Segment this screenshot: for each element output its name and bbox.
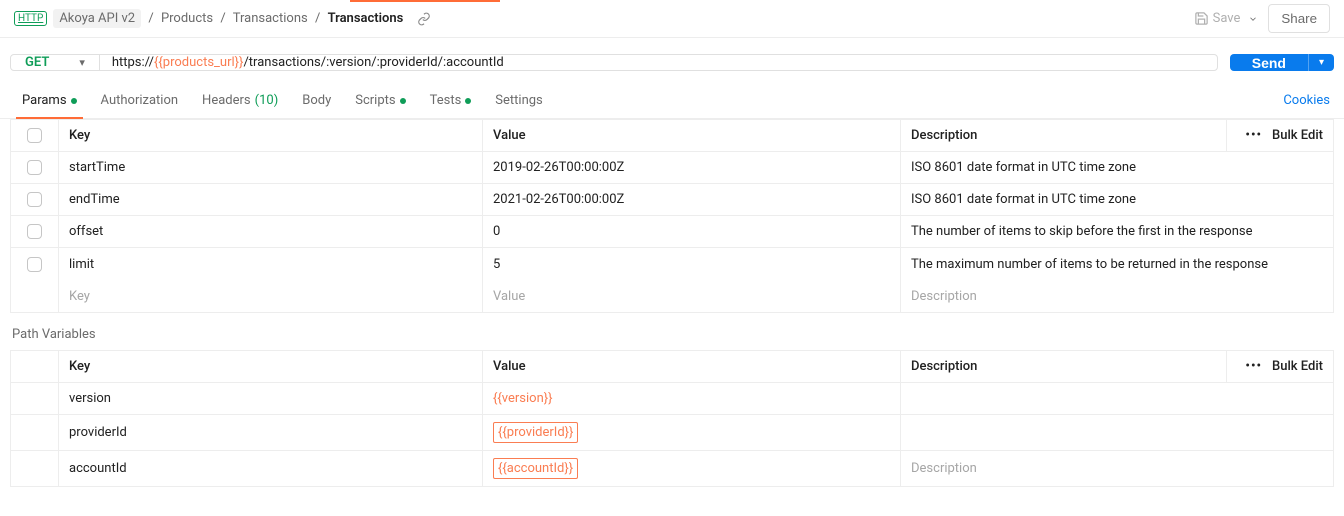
save-button[interactable]: Save: [1194, 11, 1259, 26]
desc-cell[interactable]: ISO 8601 date format in UTC time zone: [901, 184, 1333, 215]
tab-params-label: Params: [22, 93, 67, 108]
bulk-edit-link[interactable]: Bulk Edit: [1272, 128, 1323, 143]
value-cell[interactable]: {{accountId}}: [483, 451, 901, 486]
tab-headers-label: Headers: [202, 93, 251, 108]
url-prefix: https://: [112, 55, 154, 70]
tab-tests-label: Tests: [430, 93, 462, 108]
chevron-down-icon[interactable]: [1248, 14, 1258, 24]
cookies-link[interactable]: Cookies: [1283, 93, 1334, 108]
table-row: endTime2021-02-26T00:00:00ZISO 8601 date…: [11, 184, 1333, 216]
share-button[interactable]: Share: [1268, 4, 1330, 33]
url-variable: {{products_url}}: [154, 55, 243, 70]
key-cell[interactable]: limit: [59, 248, 483, 280]
col-desc: Description: [901, 120, 1227, 151]
send-dropdown[interactable]: ▾: [1308, 54, 1334, 71]
key-cell[interactable]: version: [59, 383, 483, 414]
url-suffix: /transactions/:version/:providerId/:acco…: [243, 55, 503, 70]
new-param-row: Key Value Description: [11, 280, 1333, 312]
tab-scripts[interactable]: Scripts: [343, 83, 417, 118]
topbar: HTTP Akoya API v2 / Products / Transacti…: [0, 0, 1344, 38]
status-dot-icon: [71, 98, 77, 104]
col-key: Key: [59, 351, 483, 382]
breadcrumb: Akoya API v2 / Products / Transactions /…: [53, 11, 403, 26]
top-active-indicator: [350, 0, 500, 2]
tab-params[interactable]: Params: [10, 83, 89, 118]
row-checkbox[interactable]: [27, 160, 42, 175]
desc-cell[interactable]: Description: [901, 451, 1333, 486]
tabs-row: Params Authorization Headers (10) Body S…: [0, 83, 1344, 119]
method-url-box: GET ▾ https://{{products_url}}/transacti…: [10, 54, 1218, 71]
row-checkbox[interactable]: [27, 257, 42, 272]
table-header-row: Key Value Description ••• Bulk Edit: [11, 351, 1333, 383]
value-cell[interactable]: 2019-02-26T00:00:00Z: [483, 152, 901, 183]
col-value: Value: [483, 351, 901, 382]
http-badge: HTTP: [14, 11, 47, 26]
value-cell[interactable]: 2021-02-26T00:00:00Z: [483, 184, 901, 215]
table-row: providerId{{providerId}}: [11, 415, 1333, 451]
request-row: GET ▾ https://{{products_url}}/transacti…: [0, 38, 1344, 83]
send-button[interactable]: Send: [1230, 54, 1308, 71]
crumb-collection[interactable]: Akoya API v2: [53, 9, 141, 28]
key-cell[interactable]: accountId: [59, 451, 483, 486]
key-input[interactable]: Key: [59, 280, 483, 312]
key-cell[interactable]: providerId: [59, 415, 483, 450]
col-key: Key: [59, 120, 483, 151]
send-group: Send ▾: [1230, 54, 1334, 71]
tab-settings[interactable]: Settings: [483, 83, 554, 118]
desc-cell[interactable]: ISO 8601 date format in UTC time zone: [901, 152, 1333, 183]
row-checkbox[interactable]: [27, 192, 42, 207]
status-dot-icon: [465, 98, 471, 104]
row-checkbox[interactable]: [27, 224, 42, 239]
select-all-checkbox[interactable]: [27, 128, 42, 143]
crumb-folder1[interactable]: Products: [161, 11, 213, 26]
method-dropdown[interactable]: GET ▾: [11, 55, 100, 70]
tab-headers[interactable]: Headers (10): [190, 83, 290, 118]
more-options-icon[interactable]: •••: [1245, 359, 1262, 374]
path-variables-table: Key Value Description ••• Bulk Edit vers…: [10, 350, 1334, 487]
value-input[interactable]: Value: [483, 280, 901, 312]
save-label: Save: [1213, 11, 1241, 26]
desc-input[interactable]: Description: [901, 280, 1333, 312]
tab-scripts-label: Scripts: [355, 93, 395, 108]
table-row: version{{version}}: [11, 383, 1333, 415]
path-variables-title: Path Variables: [0, 313, 1344, 350]
tab-body[interactable]: Body: [290, 83, 343, 118]
status-dot-icon: [400, 98, 406, 104]
key-cell[interactable]: endTime: [59, 184, 483, 215]
tab-authorization[interactable]: Authorization: [89, 83, 191, 118]
bulk-edit-link[interactable]: Bulk Edit: [1272, 359, 1323, 374]
desc-cell[interactable]: The number of items to skip before the f…: [901, 216, 1333, 247]
more-options-icon[interactable]: •••: [1245, 128, 1262, 143]
key-cell[interactable]: offset: [59, 216, 483, 247]
col-desc: Description: [901, 351, 1227, 382]
value-cell[interactable]: 5: [483, 248, 901, 280]
table-header-row: Key Value Description ••• Bulk Edit: [11, 120, 1333, 152]
crumb-current: Transactions: [328, 11, 404, 26]
desc-cell[interactable]: The maximum number of items to be return…: [901, 248, 1333, 280]
query-params-table: Key Value Description ••• Bulk Edit star…: [10, 119, 1334, 313]
link-icon[interactable]: [417, 12, 431, 26]
key-cell[interactable]: startTime: [59, 152, 483, 183]
desc-cell[interactable]: [901, 383, 1333, 414]
table-row: startTime2019-02-26T00:00:00ZISO 8601 da…: [11, 152, 1333, 184]
url-input[interactable]: https://{{products_url}}/transactions/:v…: [100, 55, 1217, 70]
table-row: limit5The maximum number of items to be …: [11, 248, 1333, 280]
chevron-down-icon: ▾: [79, 56, 85, 69]
crumb-folder2[interactable]: Transactions: [233, 11, 308, 26]
method-label: GET: [25, 55, 49, 70]
desc-cell[interactable]: [901, 415, 1333, 450]
headers-count: (10): [255, 93, 279, 108]
table-row: accountId{{accountId}}Description: [11, 451, 1333, 486]
value-cell[interactable]: {{version}}: [483, 383, 901, 414]
table-row: offset0The number of items to skip befor…: [11, 216, 1333, 248]
value-cell[interactable]: {{providerId}}: [483, 415, 901, 450]
tab-tests[interactable]: Tests: [418, 83, 484, 118]
value-cell[interactable]: 0: [483, 216, 901, 247]
col-value: Value: [483, 120, 901, 151]
